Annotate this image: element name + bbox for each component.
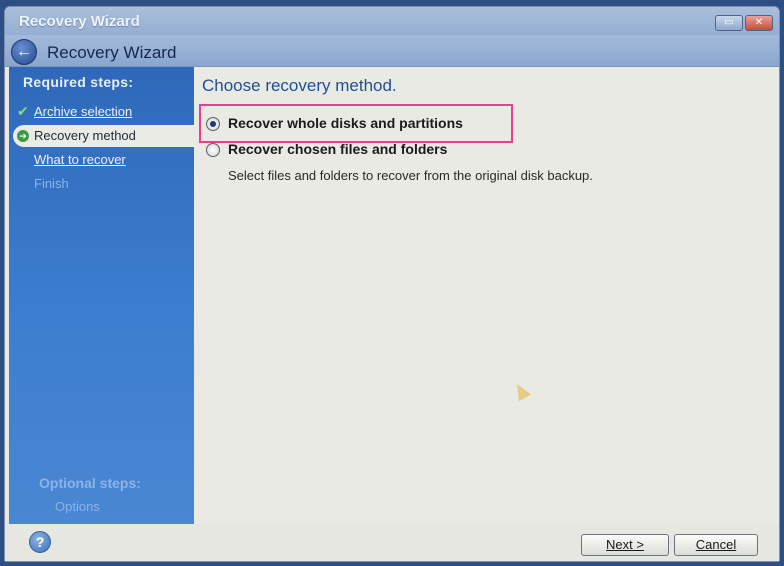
page-title: Choose recovery method. xyxy=(202,76,397,95)
sidebar-item-what-to-recover[interactable]: What to recover xyxy=(9,149,194,171)
current-step-arrow-icon: ➔ xyxy=(17,130,29,142)
cancel-button[interactable]: Cancel xyxy=(674,534,758,556)
radio-option-files-folders[interactable]: Recover chosen files and folders xyxy=(206,140,626,160)
required-steps-heading: Required steps: xyxy=(23,74,134,90)
wizard-title: Recovery Wizard xyxy=(47,43,177,62)
radio-button[interactable] xyxy=(206,143,220,157)
close-button[interactable]: ✕ xyxy=(745,15,773,31)
radio-label[interactable]: Recover whole disks and partitions xyxy=(228,115,463,131)
recovery-wizard-window: Recovery Wizard ▭ ✕ ← Recovery Wizard Re… xyxy=(4,6,780,562)
sidebar-item-label: Archive selection xyxy=(34,104,133,119)
sidebar-item-finish: Finish xyxy=(9,173,194,195)
restore-button[interactable]: ▭ xyxy=(715,15,743,31)
steps-sidebar: Required steps: ✔ Archive selection ➔ Re… xyxy=(9,67,194,524)
mouse-cursor-icon xyxy=(510,380,532,402)
sidebar-item-recovery-method[interactable]: ➔ Recovery method xyxy=(13,125,194,147)
back-arrow-icon[interactable]: ← xyxy=(11,39,37,65)
optional-steps-heading: Optional steps: xyxy=(39,475,141,491)
sidebar-item-label: What to recover xyxy=(34,152,126,167)
option-description: Select files and folders to recover from… xyxy=(228,168,593,183)
help-icon[interactable]: ? xyxy=(29,531,51,553)
sidebar-item-archive-selection[interactable]: ✔ Archive selection xyxy=(9,101,194,123)
checkmark-icon: ✔ xyxy=(17,103,29,119)
radio-button-checked[interactable] xyxy=(206,117,220,131)
radio-option-whole-disks[interactable]: Recover whole disks and partitions xyxy=(206,114,626,134)
radio-label[interactable]: Recover chosen files and folders xyxy=(228,141,447,157)
wizard-header: ← Recovery Wizard xyxy=(5,35,779,67)
sidebar-item-label: Finish xyxy=(34,176,69,191)
next-button[interactable]: Next > xyxy=(581,534,669,556)
sidebar-item-label: Recovery method xyxy=(34,128,136,143)
title-bar: Recovery Wizard ▭ ✕ xyxy=(5,7,779,35)
wizard-footer: ? Next > Cancel xyxy=(5,524,779,561)
sidebar-item-options: Options xyxy=(55,499,100,514)
main-content: Choose recovery method. Recover whole di… xyxy=(194,67,779,524)
window-title: Recovery Wizard xyxy=(19,13,140,30)
